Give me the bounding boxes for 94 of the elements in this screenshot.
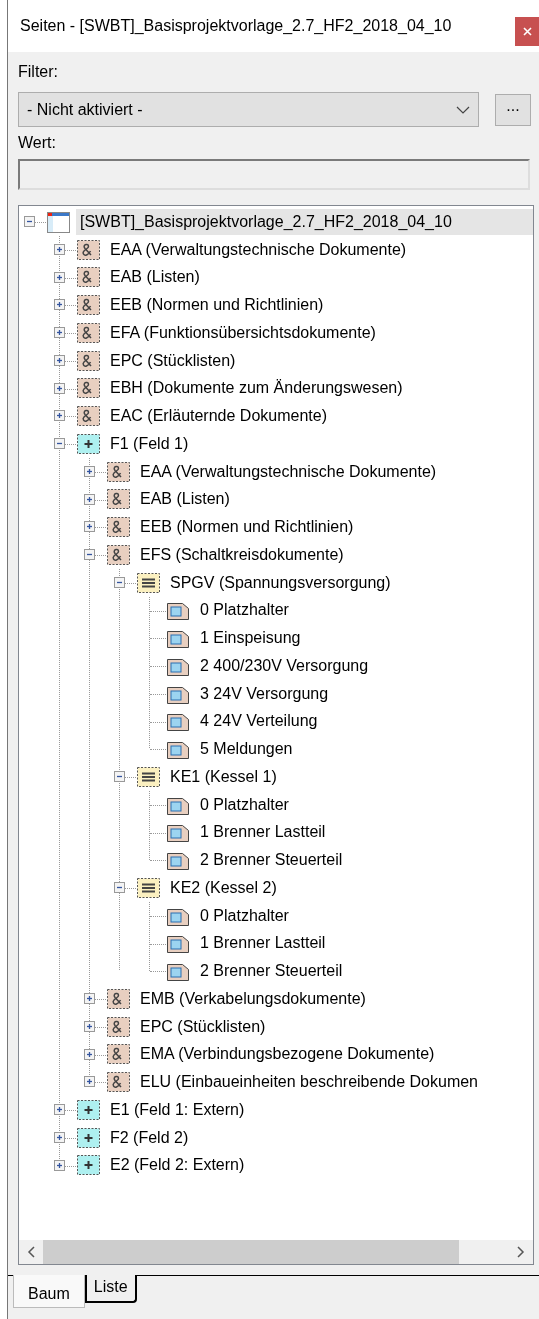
tree-item[interactable]: F1 (Feld 1) bbox=[106, 430, 533, 457]
tree-item[interactable]: 2 Brenner Steuerteil bbox=[196, 847, 533, 874]
list-icon bbox=[136, 875, 161, 900]
collapse-icon[interactable] bbox=[54, 438, 65, 449]
expand-icon[interactable] bbox=[84, 1076, 95, 1088]
collapse-icon[interactable] bbox=[114, 576, 125, 588]
tree-item[interactable]: F2 (Feld 2) bbox=[106, 1124, 533, 1151]
ampersand-icon bbox=[106, 459, 131, 484]
tree-item[interactable]: SPGV (Spannungsversorgung) bbox=[166, 569, 533, 596]
tree-item[interactable]: EPC (Stücklisten) bbox=[106, 347, 533, 374]
tree-item[interactable]: EAA (Verwaltungstechnische Dokumente) bbox=[106, 236, 533, 263]
tree-item[interactable]: E2 (Feld 2: Extern) bbox=[106, 1152, 533, 1179]
expand-icon[interactable] bbox=[54, 271, 65, 283]
expand-icon[interactable] bbox=[54, 1104, 65, 1115]
tree-item[interactable]: EEB (Normen und Richtlinien) bbox=[136, 514, 533, 541]
tree-item[interactable]: 0 Platzhalter bbox=[196, 902, 533, 929]
expand-icon[interactable] bbox=[54, 327, 65, 338]
scroll-right-icon[interactable] bbox=[517, 1246, 525, 1258]
tree-item[interactable]: ELU (Einbaueinheiten beschreibende Dokumen bbox=[136, 1069, 533, 1096]
expand-icon[interactable] bbox=[84, 521, 95, 533]
plus-icon bbox=[76, 1125, 101, 1150]
expand-icon[interactable] bbox=[54, 382, 65, 394]
tree-item[interactable]: EBH (Dokumente zum Änderungswesen) bbox=[106, 375, 533, 402]
filter-dropdown[interactable]: - Nicht aktiviert - bbox=[18, 92, 479, 127]
tree-item[interactable]: EPC (Stücklisten) bbox=[136, 1013, 533, 1040]
expand-icon[interactable] bbox=[84, 1048, 95, 1060]
tree-item[interactable]: 0 Platzhalter bbox=[196, 597, 533, 624]
tree-item[interactable]: 4 24V Verteilung bbox=[196, 708, 533, 735]
tab[interactable]: Baum bbox=[13, 1275, 85, 1308]
tree-item[interactable]: EFS (Schaltkreisdokumente) bbox=[136, 541, 533, 568]
collapse-icon[interactable] bbox=[114, 771, 125, 782]
ampersand-icon bbox=[106, 1070, 131, 1095]
ampersand-icon bbox=[76, 320, 101, 345]
ampersand-icon bbox=[106, 515, 131, 540]
tree-item[interactable]: 1 Einspeisung bbox=[196, 625, 533, 652]
ampersand-icon bbox=[106, 1014, 131, 1039]
plus-icon bbox=[76, 431, 101, 456]
scroll-left-icon[interactable] bbox=[27, 1246, 35, 1258]
list-icon bbox=[136, 570, 161, 595]
collapse-icon[interactable] bbox=[24, 216, 35, 227]
plus-icon bbox=[76, 1097, 101, 1122]
tree-item[interactable]: EAB (Listen) bbox=[136, 486, 533, 513]
tree-item[interactable]: 0 Platzhalter bbox=[196, 791, 533, 818]
tree-item[interactable]: 1 Brenner Lastteil bbox=[196, 930, 533, 957]
close-icon bbox=[522, 27, 532, 36]
window-icon bbox=[46, 209, 71, 234]
expand-icon[interactable] bbox=[54, 243, 65, 255]
tree-item[interactable]: [SWBT]_Basisprojektvorlage_2.7_HF2_2018_04_10 bbox=[76, 208, 533, 235]
tab[interactable]: Liste bbox=[84, 1275, 137, 1303]
close-button[interactable] bbox=[515, 17, 539, 46]
window-title: Seiten - [SWBT]_Basisprojektvorlage_2.7_HF2_2018_04_10 bbox=[20, 17, 452, 35]
expand-icon[interactable] bbox=[84, 465, 95, 477]
ampersand-icon bbox=[76, 265, 101, 290]
tree-item[interactable]: EMA (Verbindungsbezogene Dokumente) bbox=[136, 1041, 533, 1068]
expand-icon[interactable] bbox=[54, 1131, 65, 1143]
ampersand-icon bbox=[76, 293, 101, 318]
ampersand-icon bbox=[76, 348, 101, 373]
expand-icon[interactable] bbox=[54, 354, 65, 366]
expand-icon[interactable] bbox=[54, 410, 65, 422]
collapse-icon[interactable] bbox=[84, 549, 95, 560]
tree-item[interactable]: 5 Meldungen bbox=[196, 736, 533, 763]
expand-icon[interactable] bbox=[84, 493, 95, 505]
tree-item[interactable]: EAC (Erläuternde Dokumente) bbox=[106, 403, 533, 430]
tree-item[interactable]: 3 24V Versorgung bbox=[196, 680, 533, 707]
plus-icon bbox=[76, 1153, 101, 1178]
more-button[interactable]: ... bbox=[495, 93, 531, 126]
expand-icon[interactable] bbox=[84, 993, 95, 1004]
horizontal-scrollbar[interactable] bbox=[19, 1240, 533, 1264]
ampersand-icon bbox=[76, 237, 101, 262]
ampersand-icon bbox=[76, 376, 101, 401]
tree-item[interactable]: E1 (Feld 1: Extern) bbox=[106, 1096, 533, 1123]
ampersand-icon bbox=[106, 542, 131, 567]
tree-item[interactable]: 1 Brenner Lastteil bbox=[196, 819, 533, 846]
tree-item[interactable]: EAA (Verwaltungstechnische Dokumente) bbox=[136, 458, 533, 485]
list-icon bbox=[136, 764, 161, 789]
tree-item[interactable]: EFA (Funktionsübersichtsdokumente) bbox=[106, 319, 533, 346]
ampersand-icon bbox=[106, 1042, 131, 1067]
expand-icon[interactable] bbox=[54, 1159, 65, 1171]
expand-icon[interactable] bbox=[54, 299, 65, 311]
value-label: Wert: bbox=[18, 133, 57, 153]
filter-label: Filter: bbox=[18, 62, 59, 82]
tree-item[interactable]: 2 400/230V Versorgung bbox=[196, 652, 533, 679]
tree-item[interactable]: KE2 (Kessel 2) bbox=[166, 874, 533, 901]
ampersand-icon bbox=[76, 404, 101, 429]
tree-item[interactable]: KE1 (Kessel 1) bbox=[166, 763, 533, 790]
tree-item[interactable]: EMB (Verkabelungsdokumente) bbox=[136, 985, 533, 1012]
ampersand-icon bbox=[106, 487, 131, 512]
tree-item[interactable]: 2 Brenner Steuerteil bbox=[196, 958, 533, 985]
ampersand-icon bbox=[106, 986, 131, 1011]
tree-item[interactable]: EEB (Normen und Richtlinien) bbox=[106, 292, 533, 319]
tree-item[interactable]: EAB (Listen) bbox=[106, 264, 533, 291]
collapse-icon[interactable] bbox=[114, 882, 125, 893]
chevron-down-icon bbox=[456, 105, 470, 114]
expand-icon[interactable] bbox=[84, 1020, 95, 1032]
